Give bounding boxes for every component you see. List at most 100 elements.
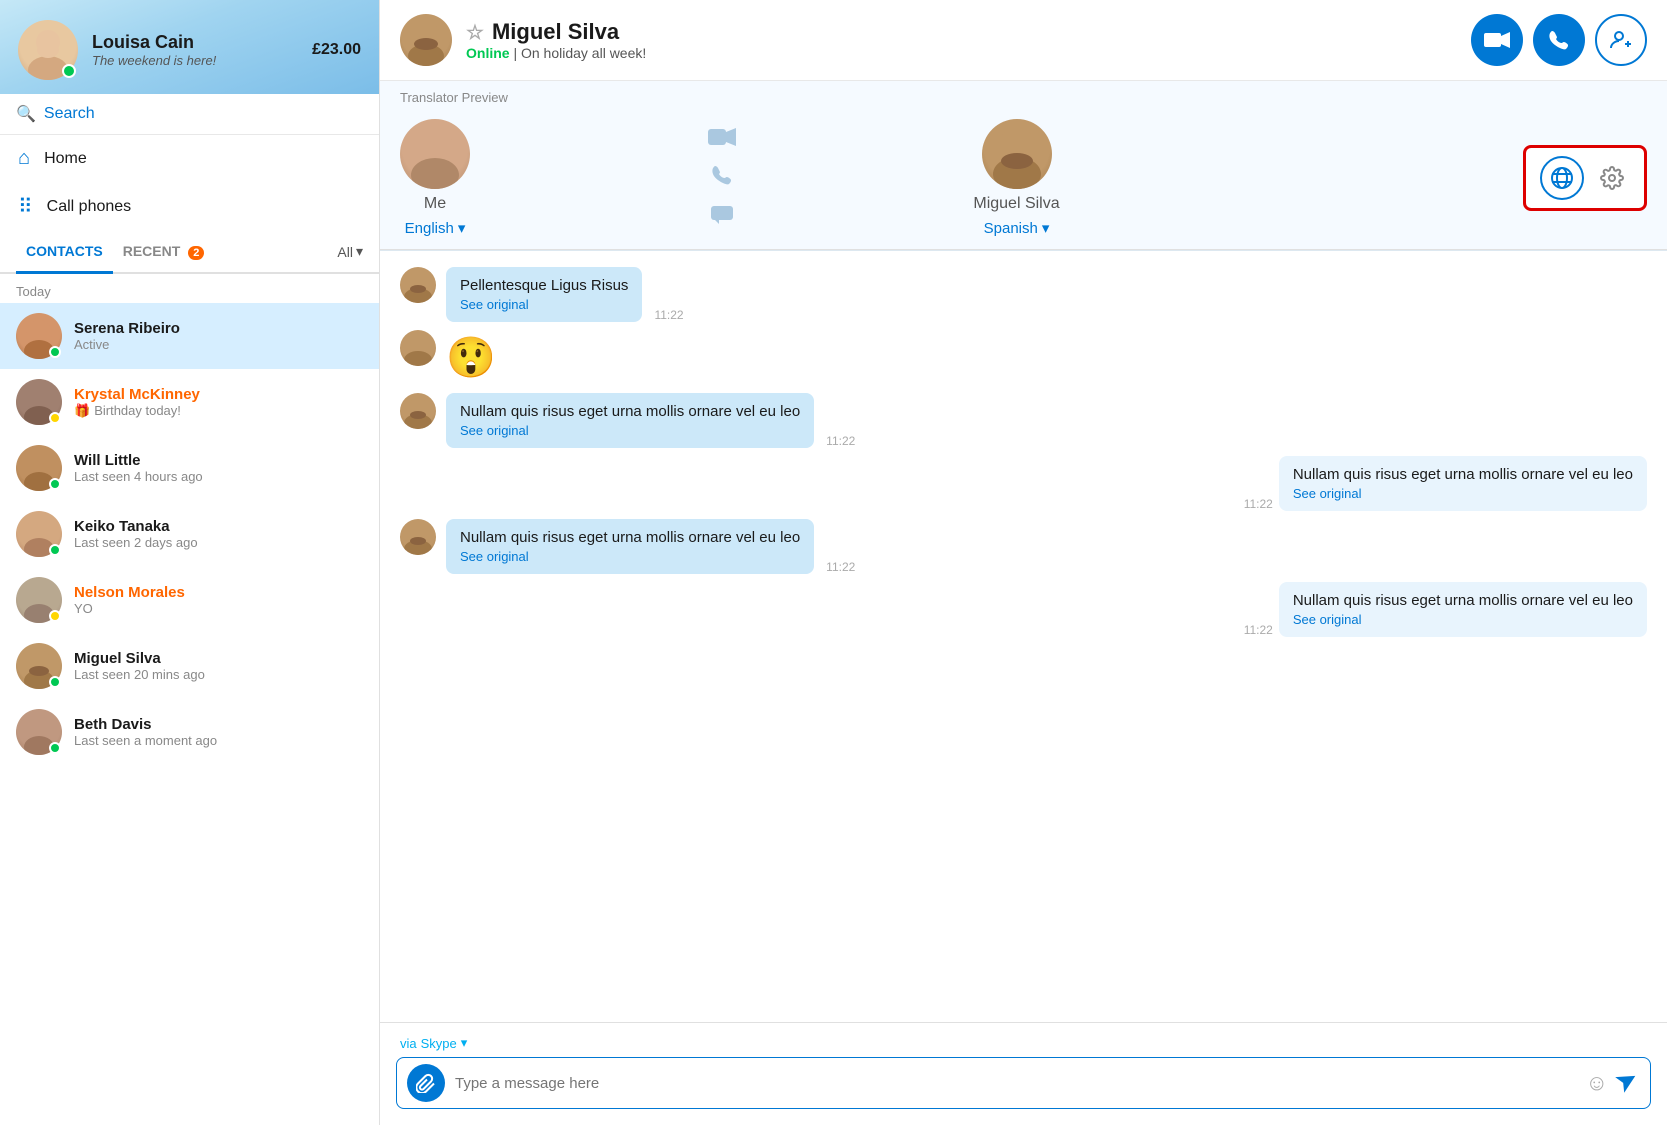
contact-name-will: Will Little bbox=[74, 452, 363, 469]
user-status-dot bbox=[62, 64, 76, 78]
contact-info-will: Will Little Last seen 4 hours ago bbox=[74, 452, 363, 484]
message-row-3: Nullam quis risus eget urna mollis ornar… bbox=[400, 393, 1647, 448]
user-name: Louisa Cain bbox=[92, 32, 298, 53]
msg-bubble-1: Pellentesque Ligus Risus See original bbox=[446, 267, 642, 322]
msg-text-4: Nullam quis risus eget urna mollis ornar… bbox=[1293, 466, 1633, 483]
translator-preview-title: Translator Preview bbox=[380, 81, 1667, 107]
nav-item-home[interactable]: ⌂ Home bbox=[0, 135, 379, 182]
chat-contact-name: Miguel Silva bbox=[492, 19, 619, 45]
send-button[interactable] bbox=[1612, 1065, 1645, 1100]
add-contact-button[interactable] bbox=[1595, 14, 1647, 66]
nav-call-phones-label: Call phones bbox=[47, 198, 132, 216]
status-dot-miguel bbox=[49, 676, 61, 688]
tab-all-filter[interactable]: All ▾ bbox=[337, 243, 363, 260]
via-chevron-icon[interactable]: ▾ bbox=[461, 1035, 468, 1051]
contact-item-will[interactable]: Will Little Last seen 4 hours ago bbox=[0, 435, 379, 501]
input-area: via Skype ▾ ☺ bbox=[380, 1022, 1667, 1125]
skype-link[interactable]: Skype bbox=[421, 1036, 457, 1051]
see-original-3[interactable]: See original bbox=[460, 423, 800, 438]
see-original-4[interactable]: See original bbox=[1293, 486, 1633, 501]
contact-sub-miguel: Last seen 20 mins ago bbox=[74, 667, 363, 682]
emoji-button[interactable]: ☺ bbox=[1586, 1070, 1608, 1096]
contact-info-krystal: Krystal McKinney 🎁 Birthday today! bbox=[74, 386, 363, 419]
translator-row: Me English ▾ bbox=[380, 107, 1667, 250]
contact-name-krystal: Krystal McKinney bbox=[74, 386, 363, 403]
contact-info-beth: Beth Davis Last seen a moment ago bbox=[74, 716, 363, 748]
msg-text-6: Nullam quis risus eget urna mollis ornar… bbox=[1293, 592, 1633, 609]
tabs-row: CONTACTS RECENT 2 All ▾ bbox=[0, 231, 379, 274]
attach-button[interactable] bbox=[407, 1064, 445, 1102]
contact-sub-keiko: Last seen 2 days ago bbox=[74, 535, 363, 550]
see-original-1[interactable]: See original bbox=[460, 297, 628, 312]
chevron-down-icon: ▾ bbox=[356, 243, 363, 260]
status-dot-will bbox=[49, 478, 61, 490]
header-actions bbox=[1471, 14, 1647, 66]
call-phones-icon: ⠿ bbox=[18, 194, 33, 219]
search-bar[interactable]: 🔍 Search bbox=[0, 94, 379, 135]
msg-avatar-miguel-3 bbox=[400, 393, 436, 429]
translator-other-label: Miguel Silva bbox=[973, 195, 1059, 213]
chat-icon-center bbox=[711, 203, 733, 231]
tab-recent[interactable]: RECENT 2 bbox=[113, 231, 215, 274]
translator-center-icons bbox=[470, 126, 973, 231]
section-today: Today bbox=[0, 274, 379, 303]
search-label: Search bbox=[44, 105, 95, 123]
contact-name-miguel: Miguel Silva bbox=[74, 650, 363, 667]
chat-status-line: Online | On holiday all week! bbox=[466, 45, 1457, 61]
contact-sub-will: Last seen 4 hours ago bbox=[74, 469, 363, 484]
msg-emoji-2: 😲 bbox=[446, 330, 496, 385]
contact-sub-serena: Active bbox=[74, 337, 363, 352]
messages-area: Pellentesque Ligus Risus See original 11… bbox=[380, 251, 1667, 1022]
user-status: The weekend is here! bbox=[92, 53, 298, 68]
other-language-select[interactable]: Spanish ▾ bbox=[984, 219, 1050, 237]
user-credit: £23.00 bbox=[312, 41, 361, 59]
avatar-wrap-serena bbox=[16, 313, 62, 359]
video-call-button[interactable] bbox=[1471, 14, 1523, 66]
contact-name-serena: Serena Ribeiro bbox=[74, 320, 363, 337]
chat-contact-avatar bbox=[400, 14, 452, 66]
msg-time-6: 11:22 bbox=[1244, 623, 1273, 637]
msg-avatar-miguel-5 bbox=[400, 519, 436, 555]
msg-time-3: 11:22 bbox=[826, 434, 855, 448]
home-icon: ⌂ bbox=[18, 147, 30, 170]
star-icon[interactable]: ☆ bbox=[466, 20, 484, 45]
contact-item-miguel[interactable]: Miguel Silva Last seen 20 mins ago bbox=[0, 633, 379, 699]
status-dot-nelson bbox=[49, 610, 61, 622]
contact-item-serena[interactable]: Serena Ribeiro Active bbox=[0, 303, 379, 369]
status-dot-krystal bbox=[49, 412, 61, 424]
msg-bubble-3: Nullam quis risus eget urna mollis ornar… bbox=[446, 393, 814, 448]
msg-text-5: Nullam quis risus eget urna mollis ornar… bbox=[460, 529, 800, 546]
user-avatar-wrap bbox=[18, 20, 78, 80]
see-original-5[interactable]: See original bbox=[460, 549, 800, 564]
contact-sub-beth: Last seen a moment ago bbox=[74, 733, 363, 748]
tab-contacts[interactable]: CONTACTS bbox=[16, 231, 113, 274]
settings-gear-button[interactable] bbox=[1594, 160, 1630, 196]
msg-time-4: 11:22 bbox=[1244, 497, 1273, 511]
contact-name-keiko: Keiko Tanaka bbox=[74, 518, 363, 535]
me-lang: English bbox=[405, 220, 454, 237]
msg-bubble-5: Nullam quis risus eget urna mollis ornar… bbox=[446, 519, 814, 574]
msg-content-6: Nullam quis risus eget urna mollis ornar… bbox=[1238, 582, 1647, 637]
translator-me: Me English ▾ bbox=[400, 119, 470, 237]
sidebar-header: Louisa Cain The weekend is here! £23.00 bbox=[0, 0, 379, 94]
contact-list: Serena Ribeiro Active Krystal McKinney 🎁 bbox=[0, 303, 379, 1125]
avatar-wrap-beth bbox=[16, 709, 62, 755]
contact-sub-nelson: YO bbox=[74, 601, 363, 616]
translator-icon-button[interactable] bbox=[1540, 156, 1584, 200]
nav-home-label: Home bbox=[44, 150, 87, 168]
contact-item-nelson[interactable]: Nelson Morales YO bbox=[0, 567, 379, 633]
contact-item-krystal[interactable]: Krystal McKinney 🎁 Birthday today! bbox=[0, 369, 379, 435]
msg-bubble-6: Nullam quis risus eget urna mollis ornar… bbox=[1279, 582, 1647, 637]
see-original-6[interactable]: See original bbox=[1293, 612, 1633, 627]
msg-avatar-miguel-2 bbox=[400, 330, 436, 366]
message-input[interactable] bbox=[455, 1075, 1576, 1092]
msg-text-1: Pellentesque Ligus Risus bbox=[460, 277, 628, 294]
voice-call-button[interactable] bbox=[1533, 14, 1585, 66]
contact-name-beth: Beth Davis bbox=[74, 716, 363, 733]
nav-item-call-phones[interactable]: ⠿ Call phones bbox=[0, 182, 379, 231]
chat-status-online: Online bbox=[466, 45, 510, 61]
contact-item-beth[interactable]: Beth Davis Last seen a moment ago bbox=[0, 699, 379, 765]
main-chat: ☆ Miguel Silva Online | On holiday all w… bbox=[380, 0, 1667, 1125]
contact-item-keiko[interactable]: Keiko Tanaka Last seen 2 days ago bbox=[0, 501, 379, 567]
me-language-select[interactable]: English ▾ bbox=[405, 219, 466, 237]
